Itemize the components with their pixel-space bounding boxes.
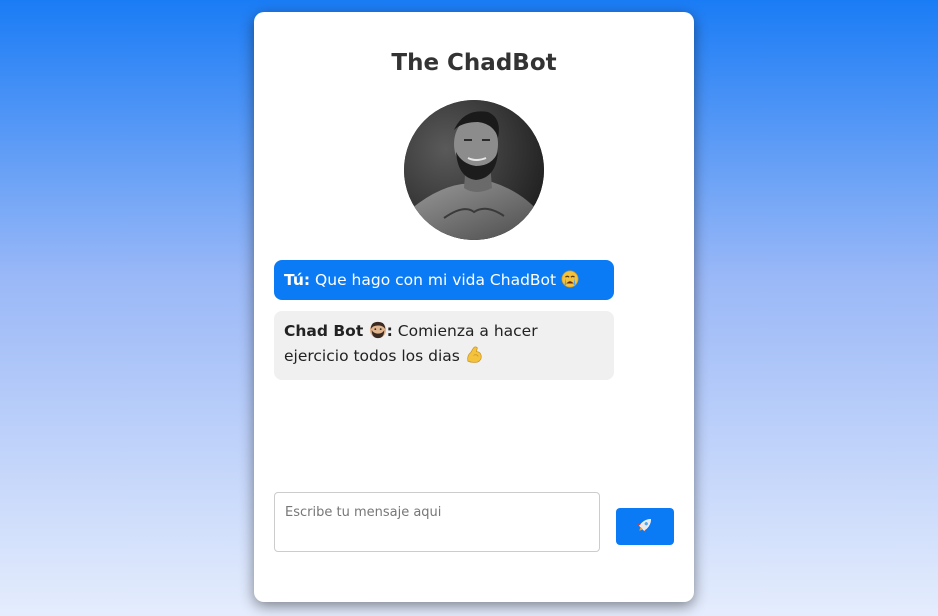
- bot-message: Chad Bot : Comienza a hacer ejercicio to…: [274, 311, 614, 380]
- message-input[interactable]: [274, 492, 600, 552]
- crying-face-icon: [561, 270, 579, 294]
- page-title: The ChadBot: [391, 50, 557, 76]
- rocket-icon: [636, 516, 654, 537]
- flexed-biceps-icon: [465, 345, 484, 370]
- message-sender: Chad Bot :: [284, 321, 393, 340]
- message-sender: Tú:: [284, 271, 311, 289]
- message-sender-name: Chad Bot: [284, 322, 364, 340]
- bearded-man-icon: [369, 321, 387, 345]
- message-text: Que hago con mi vida ChadBot: [315, 271, 557, 289]
- avatar-image: [404, 100, 544, 240]
- send-button[interactable]: [616, 508, 674, 545]
- message-sender-suffix: :: [386, 322, 393, 340]
- avatar: [404, 100, 544, 240]
- chat-card: The ChadBot Tú: Que hago con mi vida Cha…: [254, 12, 694, 602]
- user-message: Tú: Que hago con mi vida ChadBot: [274, 260, 614, 300]
- chat-log: Tú: Que hago con mi vida ChadBot Chad Bo…: [274, 260, 614, 380]
